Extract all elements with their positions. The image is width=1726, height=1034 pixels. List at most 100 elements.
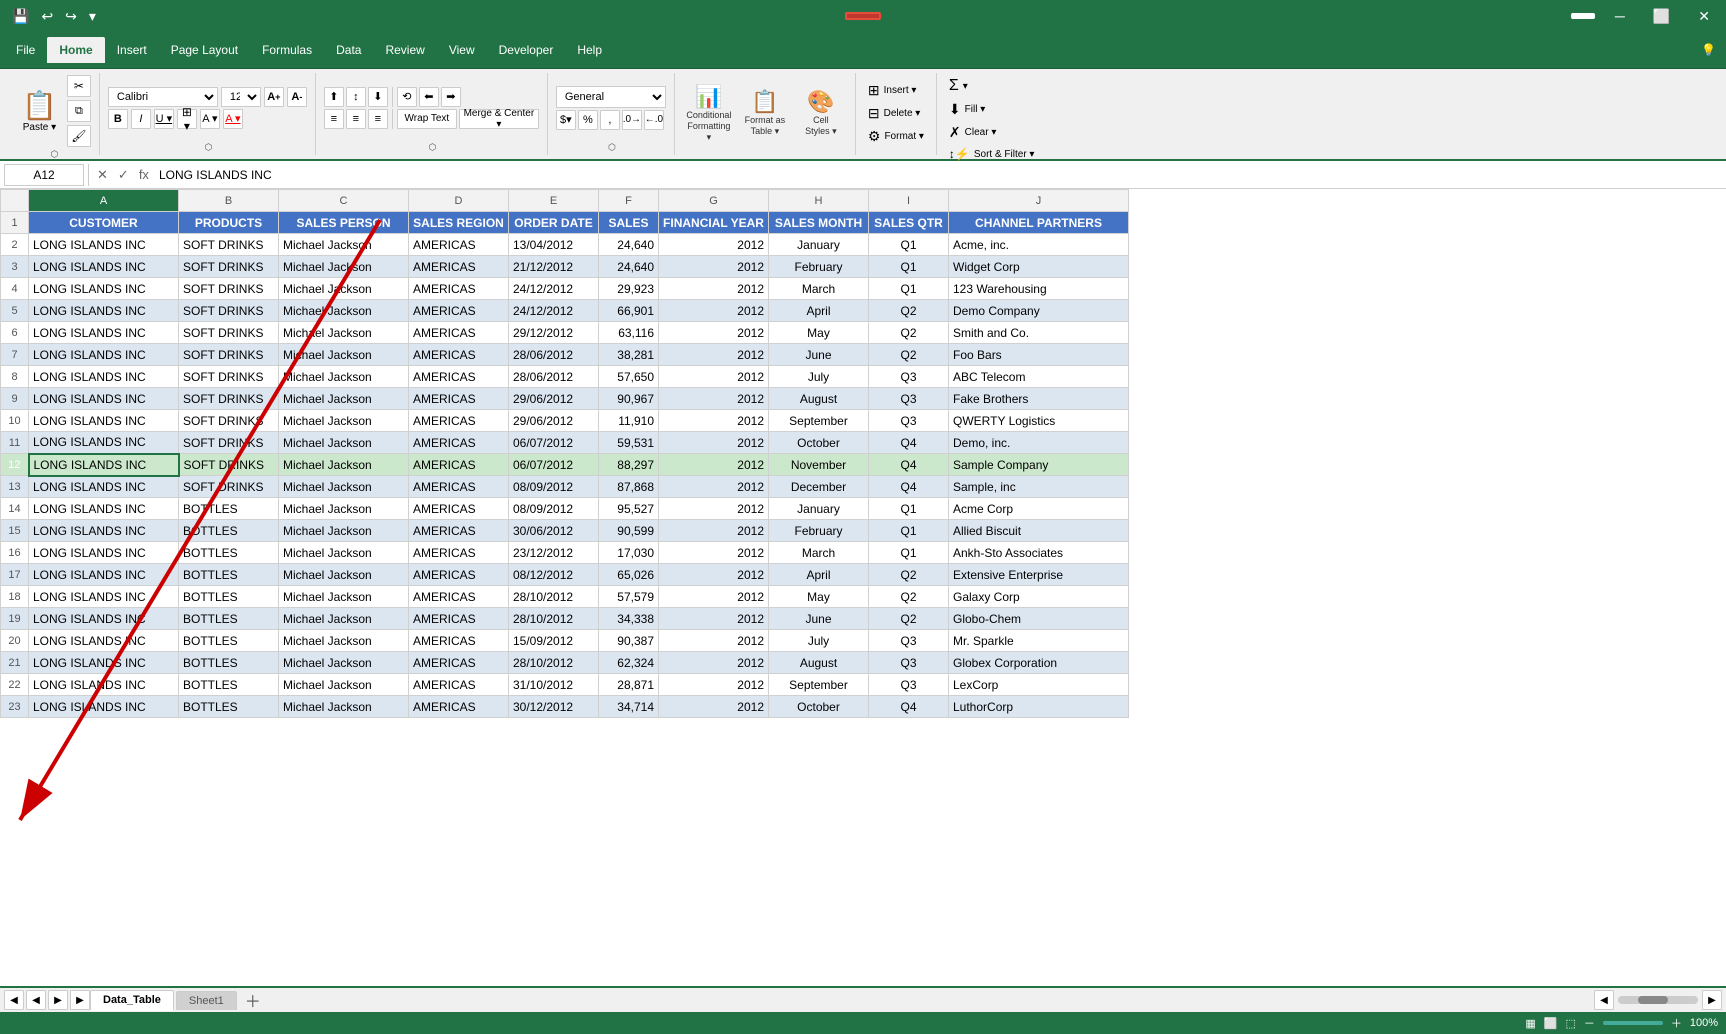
tab-review[interactable]: Review [373, 37, 436, 63]
table-cell[interactable]: 95,527 [599, 498, 659, 520]
fill-button[interactable]: ⬇Fill ▾ [945, 99, 1039, 120]
header-sales-person[interactable]: SALES PERSON [279, 212, 409, 234]
table-cell[interactable]: 2012 [659, 388, 769, 410]
scroll-tabs-right2-button[interactable]: ▶ [70, 990, 90, 1010]
table-cell[interactable]: AMERICAS [409, 674, 509, 696]
table-cell[interactable]: 2012 [659, 542, 769, 564]
decrease-decimal-button[interactable]: ←.0 [644, 110, 664, 130]
sheet-tab-data-table[interactable]: Data_Table [90, 990, 174, 1011]
table-cell[interactable]: Galaxy Corp [949, 586, 1129, 608]
table-cell[interactable]: LONG ISLANDS INC [29, 564, 179, 586]
table-cell[interactable]: Globex Corporation [949, 652, 1129, 674]
row-num-3[interactable]: 3 [1, 256, 29, 278]
table-cell[interactable]: 08/09/2012 [509, 498, 599, 520]
align-middle-button[interactable]: ↕ [346, 87, 366, 107]
indent-decrease-button[interactable]: ⬅ [419, 87, 439, 107]
table-cell[interactable]: January [769, 498, 869, 520]
table-cell[interactable]: 88,297 [599, 454, 659, 476]
horizontal-scrollbar-thumb[interactable] [1638, 996, 1668, 1004]
view-pagebreak-button[interactable]: ⬚ [1565, 1017, 1575, 1030]
table-cell[interactable]: Sample, inc [949, 476, 1129, 498]
table-cell[interactable]: Q4 [869, 432, 949, 454]
header-sales-region[interactable]: SALES REGION [409, 212, 509, 234]
number-expand-icon[interactable]: ⬡ [608, 142, 616, 153]
table-cell[interactable]: 2012 [659, 256, 769, 278]
table-cell[interactable]: AMERICAS [409, 278, 509, 300]
table-cell[interactable]: SOFT DRINKS [179, 344, 279, 366]
align-left-button[interactable]: ≡ [324, 109, 344, 129]
col-header-g[interactable]: G [659, 190, 769, 212]
paste-button[interactable]: 📋 Paste ▾ [16, 87, 63, 135]
table-cell[interactable]: LONG ISLANDS INC [29, 498, 179, 520]
sign-in-button[interactable] [1571, 13, 1595, 19]
insert-function-button[interactable]: fx [135, 166, 153, 184]
table-cell[interactable]: Q2 [869, 608, 949, 630]
increase-font-button[interactable]: A+ [264, 87, 284, 107]
table-cell[interactable]: 87,868 [599, 476, 659, 498]
scroll-tabs-left-button[interactable]: ◀ [4, 990, 24, 1010]
table-cell[interactable]: LONG ISLANDS INC [29, 322, 179, 344]
comma-button[interactable]: , [600, 110, 620, 130]
table-cell[interactable]: Michael Jackson [279, 586, 409, 608]
table-cell[interactable]: LONG ISLANDS INC [29, 366, 179, 388]
font-expand-icon[interactable]: ⬡ [204, 142, 212, 153]
col-header-h[interactable]: H [769, 190, 869, 212]
table-cell[interactable]: SOFT DRINKS [179, 476, 279, 498]
table-cell[interactable]: AMERICAS [409, 388, 509, 410]
table-cell[interactable]: Q3 [869, 388, 949, 410]
table-cell[interactable]: 06/07/2012 [509, 454, 599, 476]
table-cell[interactable]: October [769, 432, 869, 454]
tab-developer[interactable]: Developer [487, 37, 566, 63]
decrease-font-button[interactable]: A- [287, 87, 307, 107]
table-cell[interactable]: AMERICAS [409, 234, 509, 256]
table-cell[interactable]: Foo Bars [949, 344, 1129, 366]
table-cell[interactable]: 34,714 [599, 696, 659, 718]
table-cell[interactable]: AMERICAS [409, 520, 509, 542]
cell-styles-button[interactable]: 🎨 CellStyles ▾ [795, 87, 847, 139]
table-cell[interactable]: AMERICAS [409, 432, 509, 454]
table-cell[interactable]: Extensive Enterprise [949, 564, 1129, 586]
col-header-a[interactable]: A [29, 190, 179, 212]
table-cell[interactable]: December [769, 476, 869, 498]
header-sales-month[interactable]: SALES MONTH [769, 212, 869, 234]
table-cell[interactable]: 62,324 [599, 652, 659, 674]
alignment-expand-icon[interactable]: ⬡ [428, 142, 436, 153]
minimize-button[interactable]: ─ [1607, 6, 1633, 26]
sort-filter-button[interactable]: ↕⚡Sort & Filter ▾ [945, 145, 1039, 163]
table-cell[interactable]: Mr. Sparkle [949, 630, 1129, 652]
table-cell[interactable]: SOFT DRINKS [179, 366, 279, 388]
table-cell[interactable]: 29,923 [599, 278, 659, 300]
row-num-4[interactable]: 4 [1, 278, 29, 300]
table-cell[interactable]: Q2 [869, 322, 949, 344]
header-financial-year[interactable]: FINANCIAL YEAR [659, 212, 769, 234]
delete-cells-button[interactable]: ⊟Delete ▾ [864, 103, 928, 124]
table-cell[interactable]: Q3 [869, 366, 949, 388]
row-num-18[interactable]: 18 [1, 586, 29, 608]
row-num-14[interactable]: 14 [1, 498, 29, 520]
header-order-date[interactable]: ORDER DATE [509, 212, 599, 234]
col-header-j[interactable]: J [949, 190, 1129, 212]
tab-view[interactable]: View [437, 37, 487, 63]
undo-button[interactable]: ↩ [37, 6, 57, 27]
table-cell[interactable]: BOTTLES [179, 608, 279, 630]
table-cell[interactable]: Michael Jackson [279, 476, 409, 498]
table-cell[interactable]: 2012 [659, 300, 769, 322]
table-cell[interactable]: 24,640 [599, 256, 659, 278]
table-cell[interactable]: Michael Jackson [279, 520, 409, 542]
table-cell[interactable]: BOTTLES [179, 674, 279, 696]
table-cell[interactable]: November [769, 454, 869, 476]
row-num-12[interactable]: 12 [1, 454, 29, 476]
zoom-out-button[interactable]: － [1584, 1015, 1595, 1031]
table-cell[interactable]: 2012 [659, 234, 769, 256]
table-cell[interactable]: LuthorCorp [949, 696, 1129, 718]
row-num-6[interactable]: 6 [1, 322, 29, 344]
table-cell[interactable]: 59,531 [599, 432, 659, 454]
zoom-slider[interactable] [1603, 1021, 1663, 1025]
table-cell[interactable]: 28/10/2012 [509, 652, 599, 674]
table-cell[interactable]: Q1 [869, 278, 949, 300]
table-cell[interactable]: 2012 [659, 432, 769, 454]
table-cell[interactable]: March [769, 542, 869, 564]
table-cell[interactable]: 34,338 [599, 608, 659, 630]
table-cell[interactable]: BOTTLES [179, 542, 279, 564]
table-cell[interactable]: AMERICAS [409, 366, 509, 388]
